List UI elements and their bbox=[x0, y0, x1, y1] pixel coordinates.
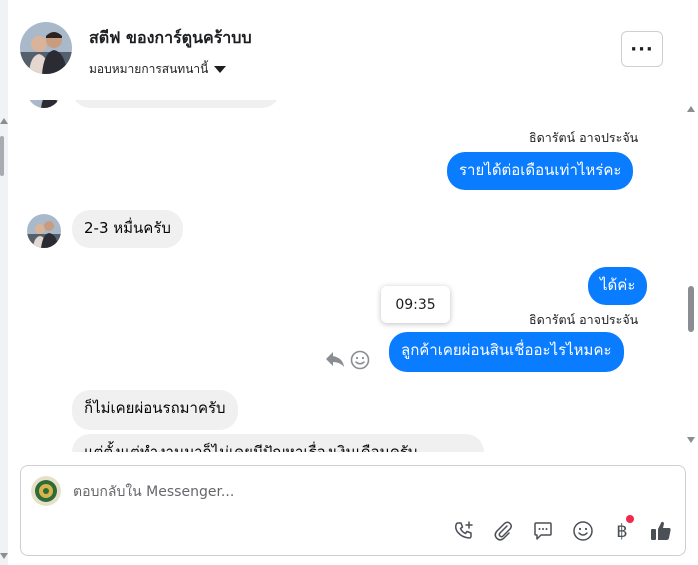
page-scroll-thumb[interactable] bbox=[0, 136, 4, 176]
paperclip-icon[interactable] bbox=[491, 519, 515, 543]
assign-conversation-dropdown[interactable]: มอบหมายการสนทนานี้ bbox=[89, 60, 227, 79]
outgoing-message[interactable]: ได้ค่ะ bbox=[588, 267, 648, 305]
page-scroll-down-arrow[interactable] bbox=[0, 553, 8, 559]
scroll-thumb[interactable] bbox=[688, 286, 694, 332]
incoming-message-partial[interactable]: แต่ตั้งแต่ทำงานมาก็ไม่เคยมีปัญหาเรื่องเง… bbox=[72, 434, 484, 452]
baht-symbol: ฿ bbox=[616, 520, 628, 542]
incoming-message[interactable]: 2-3 หมื่นครับ bbox=[72, 210, 183, 248]
assign-conversation-label: มอบหมายการสนทนานี้ bbox=[89, 62, 209, 76]
outgoing-message[interactable]: ลูกค้าเคยผ่อนสินเชื่ออะไรไหมคะ bbox=[389, 332, 624, 372]
scroll-down-arrow[interactable] bbox=[687, 437, 695, 443]
emoji-icon[interactable] bbox=[571, 519, 595, 543]
message-thread: ธิดารัตน์ อาจประจัน รายได้ต่อเดือนเท่าไห… bbox=[8, 100, 684, 452]
notification-dot bbox=[626, 515, 634, 523]
incoming-message[interactable]: ก็ไม่เคยผ่อนรถมาครับ bbox=[72, 390, 238, 430]
timestamp-tooltip: 09:35 bbox=[381, 286, 450, 323]
contact-avatar-small bbox=[27, 100, 61, 108]
thread-scrollbar[interactable] bbox=[684, 100, 698, 452]
call-add-icon[interactable] bbox=[452, 519, 476, 543]
contact-avatar[interactable] bbox=[20, 22, 72, 74]
baht-icon[interactable]: ฿ bbox=[610, 515, 634, 543]
sender-name: ธิดารัตน์ อาจประจัน bbox=[529, 312, 639, 327]
more-options-button[interactable]: ··· bbox=[621, 31, 663, 67]
incoming-message-partial[interactable] bbox=[72, 100, 280, 108]
scroll-up-arrow[interactable] bbox=[687, 106, 695, 112]
like-icon[interactable] bbox=[649, 519, 673, 543]
sender-name: ธิดารัตน์ อาจประจัน bbox=[529, 130, 639, 145]
reply-composer: ฿ bbox=[20, 465, 686, 556]
outgoing-message[interactable]: รายได้ต่อเดือนเท่าไหร่คะ bbox=[447, 152, 634, 190]
conversation-header: สตีฟ ของการ์ตูนคร้าบบ มอบหมายการสนทนานี้… bbox=[8, 0, 698, 101]
chat-bubble-icon[interactable] bbox=[531, 519, 555, 543]
page-logo-avatar bbox=[31, 476, 61, 506]
reply-icon[interactable] bbox=[324, 349, 346, 369]
contact-avatar-small bbox=[27, 214, 61, 248]
page-scrollbar[interactable] bbox=[0, 0, 8, 565]
react-emoji-icon[interactable] bbox=[349, 349, 371, 371]
contact-name[interactable]: สตีฟ ของการ์ตูนคร้าบบ bbox=[89, 26, 252, 51]
page-scroll-up-arrow[interactable] bbox=[0, 118, 8, 124]
reply-input[interactable] bbox=[73, 482, 633, 502]
chevron-down-icon bbox=[214, 66, 227, 73]
